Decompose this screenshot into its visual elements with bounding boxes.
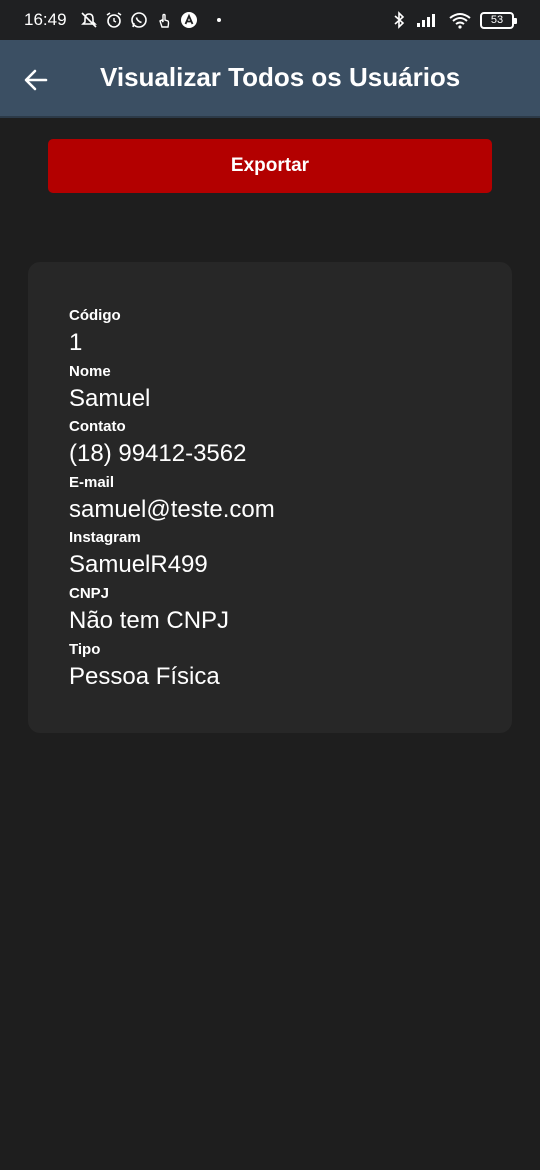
bluetooth-icon — [390, 11, 408, 29]
field-value: Samuel — [69, 384, 151, 412]
field-value: Não tem CNPJ — [69, 606, 230, 634]
field-value: 1 — [69, 329, 83, 356]
status-bar: 16:49 53 — [0, 0, 540, 40]
field-label: Código — [69, 307, 121, 324]
mute-icon — [80, 11, 98, 29]
app-bar: Visualizar Todos os Usuários — [0, 40, 540, 118]
field-label: CNPJ — [69, 584, 110, 602]
back-button[interactable] — [20, 64, 52, 96]
user-card: Código 1 Nome Samuel Contato (18) 99412-… — [28, 262, 512, 733]
field-label: Tipo — [69, 640, 101, 658]
signal-icon — [416, 11, 440, 29]
page-title: Visualizar Todos os Usuários — [100, 62, 461, 92]
field-label: Contato — [69, 418, 126, 436]
export-button[interactable]: Exportar — [48, 139, 492, 193]
status-right: 53 — [390, 11, 517, 29]
notification-dot — [216, 18, 221, 22]
field-email: E-mail samuel@teste.com — [69, 473, 512, 529]
wifi-icon — [448, 11, 472, 29]
field-tipo: Tipo Pessoa Física — [69, 640, 512, 696]
field-codigo: Código 1 — [69, 306, 512, 362]
field-instagram: Instagram SamuelR499 — [69, 528, 512, 584]
status-left: 16:49 — [24, 10, 221, 30]
field-value: Pessoa Física — [69, 662, 220, 690]
field-contato: Contato (18) 99412-3562 — [69, 417, 512, 473]
app-a-icon — [180, 11, 198, 29]
battery-icon: 53 — [480, 11, 517, 29]
field-value: (18) 99412-3562 — [69, 440, 247, 468]
field-cnpj: CNPJ Não tem CNPJ — [69, 584, 512, 640]
field-label: Instagram — [69, 529, 141, 547]
touch-icon — [155, 11, 173, 29]
field-label: Nome — [69, 362, 111, 380]
field-value: SamuelR499 — [69, 551, 208, 579]
status-time: 16:49 — [24, 10, 67, 29]
arrow-left-icon — [24, 69, 48, 91]
alarm-icon — [105, 11, 123, 29]
field-label: E-mail — [69, 473, 115, 491]
whatsapp-icon — [130, 11, 148, 29]
field-value: samuel@teste.com — [69, 495, 275, 523]
field-nome: Nome Samuel — [69, 362, 512, 418]
